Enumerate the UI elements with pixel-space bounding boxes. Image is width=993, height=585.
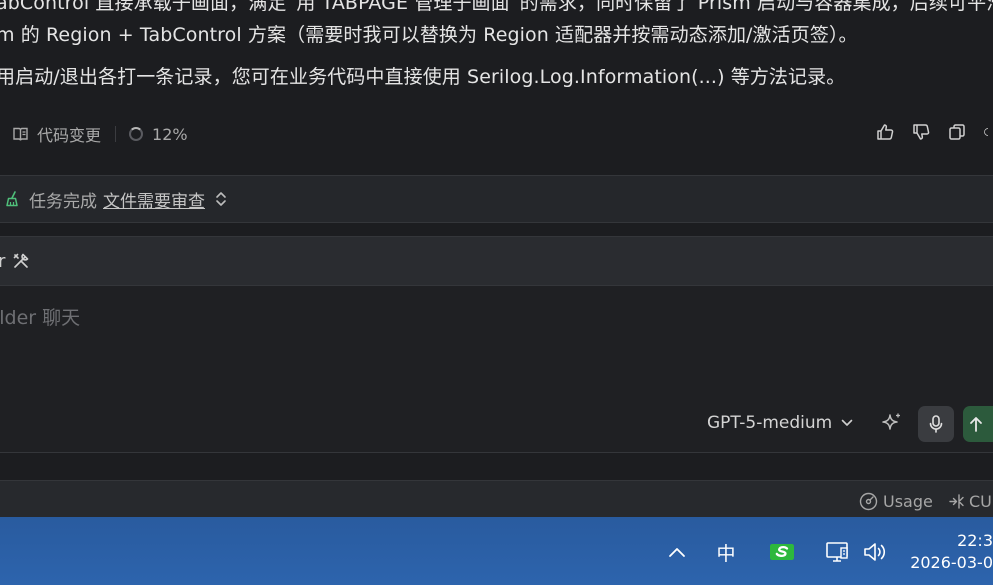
spacer xyxy=(0,223,993,236)
task-status-text: 任务完成 xyxy=(29,191,97,212)
progress-spinner-icon xyxy=(129,127,144,141)
sogou-input-icon[interactable] xyxy=(767,539,797,565)
composer-header: r xyxy=(0,237,993,286)
send-button[interactable] xyxy=(963,406,993,442)
usage-button[interactable]: Usage xyxy=(859,492,933,511)
message-line-3: 用启动/退出各打一条记录，您可在业务代码中直接使用 Serilog.Log.In… xyxy=(0,66,846,88)
network-icon[interactable] xyxy=(823,539,853,565)
clock-date: 2026-03-0 xyxy=(910,553,993,572)
ime-indicator[interactable]: 中 xyxy=(713,538,739,566)
system-clock[interactable]: 22:3 2026-03-0 xyxy=(910,529,993,575)
broom-icon xyxy=(4,190,22,208)
message-actions: 代码变更 12% xyxy=(0,122,993,148)
arrow-up-icon xyxy=(969,415,983,433)
message-line-2: m 的 Region + TabControl 方案（需要时我可以替换为 Reg… xyxy=(0,24,858,46)
code-changes-button[interactable]: 代码变更 xyxy=(37,122,101,146)
message-line-1: abControl 直接承载子画面，满足“用 TABPAGE 管理子画面”的需求… xyxy=(0,0,993,14)
app-status-bar: Usage CU xyxy=(0,480,993,517)
show-hidden-icons-button[interactable] xyxy=(664,541,690,563)
expand-collapse-icon[interactable] xyxy=(215,190,227,208)
spacer xyxy=(0,453,993,480)
task-status-bar: 任务完成 文件需要审查 xyxy=(0,175,993,223)
model-selector[interactable]: GPT-5-medium xyxy=(707,413,853,433)
thumbs-up-icon[interactable] xyxy=(875,122,895,142)
cu-button[interactable]: CU xyxy=(948,492,992,511)
chevron-up-icon xyxy=(668,547,686,558)
review-files-link[interactable]: 文件需要审查 xyxy=(103,187,205,212)
agent-name: r xyxy=(0,250,6,272)
chevron-down-icon xyxy=(841,419,853,427)
progress-percent: 12% xyxy=(152,124,188,144)
more-icon[interactable] xyxy=(983,122,993,142)
usage-label: Usage xyxy=(883,492,933,511)
book-icon[interactable] xyxy=(12,126,29,143)
sparkle-icon[interactable] xyxy=(879,411,903,435)
model-name: GPT-5-medium xyxy=(707,413,833,433)
tools-icon[interactable] xyxy=(11,251,31,271)
volume-icon[interactable] xyxy=(860,539,890,565)
copy-icon[interactable] xyxy=(947,122,967,142)
divider xyxy=(115,126,117,142)
chat-composer: r ilder 聊天 GPT-5-medium xyxy=(0,236,993,453)
gauge-icon xyxy=(859,492,878,511)
cu-label: CU xyxy=(969,492,992,511)
thumbs-down-icon[interactable] xyxy=(911,122,931,142)
windows-taskbar: 中 22:3 2026-03-0 xyxy=(0,517,993,585)
chat-input[interactable]: ilder 聊天 xyxy=(0,303,80,330)
microphone-icon xyxy=(928,414,944,434)
plugin-icon xyxy=(948,493,965,510)
assistant-message: abControl 直接承载子画面，满足“用 TABPAGE 管理子画面”的需求… xyxy=(0,0,993,175)
microphone-button[interactable] xyxy=(918,406,954,442)
clock-time: 22:3 xyxy=(957,531,993,550)
